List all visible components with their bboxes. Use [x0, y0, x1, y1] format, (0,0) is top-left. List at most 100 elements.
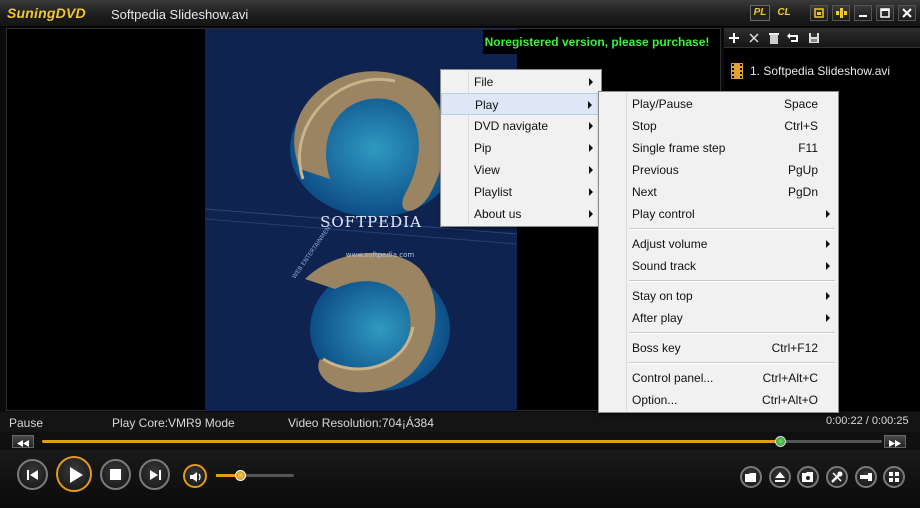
menu-item-after-play[interactable]: After play — [599, 307, 838, 329]
rewind-icon — [17, 440, 29, 447]
play-submenu: Play/Pause Space Stop Ctrl+S Single frame … — [598, 91, 839, 413]
menu-item-playlist[interactable]: Playlist — [441, 181, 601, 203]
maximize-icon — [880, 8, 890, 18]
seek-row — [0, 432, 920, 450]
submenu-arrow-icon — [589, 144, 593, 152]
menu-item-dvd-navigate[interactable]: DVD navigate — [441, 115, 601, 137]
seek-progress — [42, 440, 782, 443]
submenu-arrow-icon — [589, 166, 593, 174]
volume-handle[interactable] — [234, 470, 246, 481]
title-bar[interactable]: SuningDVD Softpedia Slideshow.avi PL CL — [0, 0, 920, 27]
previous-button[interactable] — [17, 459, 48, 490]
repeat-icon[interactable] — [786, 30, 802, 46]
menu-item-single-frame-step[interactable]: Single frame step F11 — [599, 137, 838, 159]
menu-item-boss-key[interactable]: Boss key Ctrl+F12 — [599, 337, 838, 359]
submenu-arrow-icon — [826, 240, 830, 248]
open-file-button[interactable] — [740, 466, 762, 488]
menu-item-file[interactable]: File — [441, 71, 601, 93]
play-icon — [70, 467, 83, 483]
next-icon — [150, 470, 161, 480]
mini-mode-button[interactable] — [810, 5, 828, 21]
cl-toggle-button[interactable]: CL — [774, 5, 794, 21]
play-button[interactable] — [56, 456, 92, 492]
clear-icon[interactable] — [766, 30, 782, 46]
menu-item-control-panel[interactable]: Control panel... Ctrl+Alt+C — [599, 367, 838, 389]
open-disc-button[interactable] — [797, 466, 819, 488]
menu-item-label: After play — [632, 311, 683, 325]
plugin-button[interactable] — [855, 466, 877, 488]
playlist-item[interactable]: 1. Softpedia Slideshow.avi — [730, 62, 890, 80]
menu-item-play[interactable]: Play — [441, 93, 601, 115]
eject-button[interactable] — [769, 466, 791, 488]
submenu-arrow-icon — [826, 292, 830, 300]
unregistered-notice[interactable]: Noregistered version, please purchase! — [483, 30, 711, 54]
menu-item-option[interactable]: Option... Ctrl+Alt+O — [599, 389, 838, 411]
file-title: Softpedia Slideshow.avi — [111, 7, 249, 22]
playlist-button[interactable] — [883, 466, 905, 488]
submenu-arrow-icon — [589, 188, 593, 196]
menu-item-label: Previous — [632, 163, 679, 177]
mini-mode-icon — [814, 8, 824, 18]
menu-item-play-control[interactable]: Play control — [599, 203, 838, 225]
menu-item-sound-track[interactable]: Sound track — [599, 255, 838, 277]
shortcut-label: PgUp — [787, 163, 818, 177]
menu-item-label: Control panel... — [632, 371, 714, 385]
mute-button[interactable] — [183, 464, 207, 488]
stop-button[interactable] — [100, 459, 131, 490]
seek-back-button[interactable] — [12, 435, 34, 448]
menu-item-label: About us — [474, 207, 522, 221]
control-bar — [0, 450, 920, 508]
player-window: SuningDVD Softpedia Slideshow.avi PL CL — [0, 0, 920, 508]
menu-separator — [599, 359, 838, 367]
tools-icon — [831, 471, 843, 483]
time-display: 0:00:22 / 0:00:25 — [826, 415, 909, 427]
menu-item-label: Stay on top — [632, 289, 693, 303]
stop-icon — [110, 469, 121, 480]
menu-item-label: Play/Pause — [632, 97, 693, 111]
watermark-url: www.softpedia.com — [346, 251, 415, 259]
menu-item-play-pause[interactable]: Play/Pause Space — [599, 93, 838, 115]
menu-item-previous[interactable]: Previous PgUp — [599, 159, 838, 181]
menu-separator — [599, 225, 838, 233]
menu-item-label: File — [474, 75, 494, 89]
remove-icon[interactable] — [746, 30, 762, 46]
menu-item-label: Next — [632, 185, 657, 199]
save-icon[interactable] — [806, 30, 822, 46]
playlist-toggle-button[interactable]: PL — [750, 5, 770, 21]
context-menu: File Play DVD navigate Pip View Playlist… — [440, 69, 602, 227]
seek-forward-button[interactable] — [884, 435, 906, 448]
settings-button[interactable] — [826, 466, 848, 488]
menu-item-about-us[interactable]: About us — [441, 203, 601, 225]
submenu-arrow-icon — [826, 210, 830, 218]
menu-item-view[interactable]: View — [441, 159, 601, 181]
app-logo: SuningDVD — [7, 5, 86, 21]
menu-item-stop[interactable]: Stop Ctrl+S — [599, 115, 838, 137]
add-icon[interactable] — [726, 30, 742, 46]
menu-item-next[interactable]: Next PgDn — [599, 181, 838, 203]
menu-item-label: Pip — [474, 141, 492, 155]
volume-slider[interactable] — [216, 470, 294, 481]
shortcut-label: Space — [783, 97, 818, 111]
next-button[interactable] — [139, 459, 170, 490]
video-resolution: Video Resolution:704¡Á384 — [288, 416, 434, 430]
minimize-button[interactable] — [854, 5, 872, 21]
seek-handle[interactable] — [775, 436, 787, 447]
menu-separator — [599, 329, 838, 337]
shortcut-label: Ctrl+Alt+O — [761, 393, 818, 407]
eject-icon — [775, 472, 785, 482]
menu-item-label: Play control — [632, 207, 695, 221]
close-button[interactable] — [898, 5, 916, 21]
shortcut-label: Ctrl+S — [784, 119, 818, 133]
skin-button[interactable] — [832, 5, 850, 21]
submenu-arrow-icon — [589, 122, 593, 130]
menu-item-label: Single frame step — [632, 141, 726, 155]
maximize-button[interactable] — [876, 5, 894, 21]
menu-item-stay-on-top[interactable]: Stay on top — [599, 285, 838, 307]
menu-item-adjust-volume[interactable]: Adjust volume — [599, 233, 838, 255]
shortcut-label: F11 — [798, 141, 818, 155]
playlist-toolbar — [724, 28, 920, 48]
speaker-icon — [190, 472, 201, 482]
menu-item-label: Adjust volume — [632, 237, 708, 251]
seek-bar[interactable] — [42, 436, 882, 447]
menu-item-pip[interactable]: Pip — [441, 137, 601, 159]
